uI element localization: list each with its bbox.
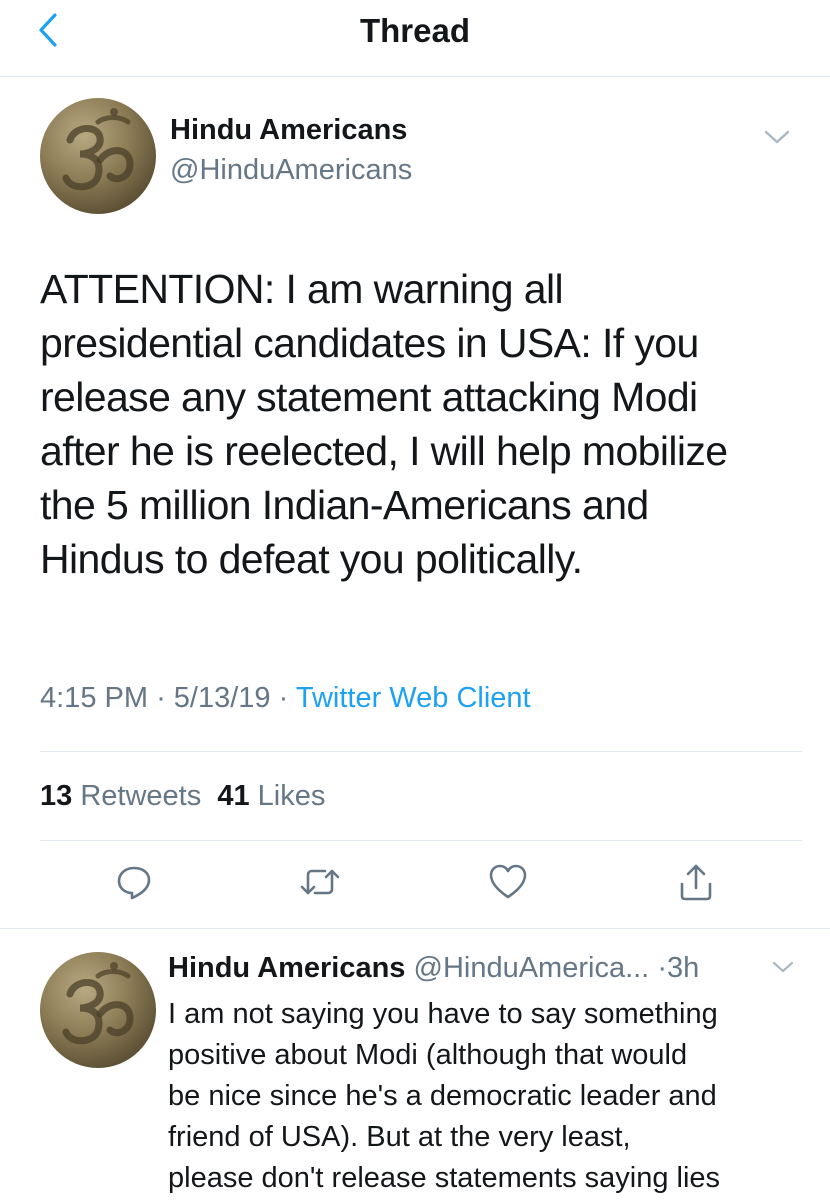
reply-button[interactable] <box>110 864 158 904</box>
tweet-date: 5/13/19 <box>173 682 271 714</box>
retweet-icon <box>298 863 342 906</box>
like-button[interactable] <box>484 864 532 904</box>
reply-time[interactable]: 3h <box>667 952 699 984</box>
tweet-source-link[interactable]: Twitter Web Client <box>296 682 531 714</box>
like-count[interactable]: 41 <box>217 780 249 812</box>
reply-author-handle[interactable]: @HinduAmerica... <box>414 952 650 984</box>
reply-text-line: friend of USA). But at the very least, <box>168 1121 631 1153</box>
reply-icon <box>115 863 153 906</box>
retweet-button[interactable] <box>296 864 344 904</box>
tweet-text-line: ATTENTION: I am warning all <box>40 266 564 312</box>
meta-separator: · <box>156 682 166 714</box>
like-label[interactable]: Likes <box>258 780 326 812</box>
reply-text: I am not saying you have to say somethin… <box>168 994 808 1199</box>
heart-icon <box>488 863 528 906</box>
engagement-stats: 13 Retweets 41 Likes <box>40 780 325 813</box>
tweet-menu-button[interactable] <box>762 128 792 150</box>
reply-text-line: positive about Modi (although that would <box>168 1039 688 1071</box>
author-name[interactable]: Hindu Americans <box>170 114 407 147</box>
avatar[interactable] <box>40 98 156 214</box>
chevron-down-icon <box>764 129 790 150</box>
tweet-text-line: after he is reelected, I will help mobil… <box>40 428 728 474</box>
reply-text-line: I am not saying you have to say somethin… <box>168 998 718 1030</box>
chevron-down-icon <box>772 960 794 979</box>
author-handle[interactable]: @HinduAmericans <box>170 154 412 187</box>
meta-separator: · <box>657 952 667 984</box>
reply-text-line: be nice since he's a democratic leader a… <box>168 1080 717 1112</box>
page-title: Thread <box>359 12 471 49</box>
divider <box>40 751 802 752</box>
reply-text-line: please don't release statements saying l… <box>168 1162 721 1194</box>
tweet-text-line: Hindus to defeat you politically. <box>40 536 583 582</box>
tweet-text-line: presidential candidates in USA: If you <box>40 320 699 366</box>
tweet-text-line: the 5 million Indian-Americans and <box>40 482 649 528</box>
tweet-time: 4:15 PM <box>40 682 148 714</box>
meta-separator: · <box>278 682 289 714</box>
tweet-text-line: release any statement attacking Modi <box>40 374 698 420</box>
share-icon <box>677 862 715 907</box>
top-bar: Thread <box>0 0 830 77</box>
tweet-text: ATTENTION: I am warning all presidential… <box>40 262 800 586</box>
divider <box>0 928 830 929</box>
avatar[interactable] <box>40 952 156 1068</box>
tweet-metadata: 4:15 PM · 5/13/19 · Twitter Web Client <box>40 682 531 715</box>
divider <box>40 840 802 841</box>
share-button[interactable] <box>672 864 720 904</box>
reply-author-name[interactable]: Hindu Americans <box>168 952 405 984</box>
reply-menu-button[interactable] <box>768 958 798 980</box>
reply-header: Hindu Americans @HinduAmerica... ·3h <box>168 952 699 985</box>
retweet-label[interactable]: Retweets <box>80 780 201 812</box>
thread-page: Thread Hindu Americans @HinduAmericans A… <box>0 0 830 1200</box>
retweet-count[interactable]: 13 <box>40 780 72 812</box>
